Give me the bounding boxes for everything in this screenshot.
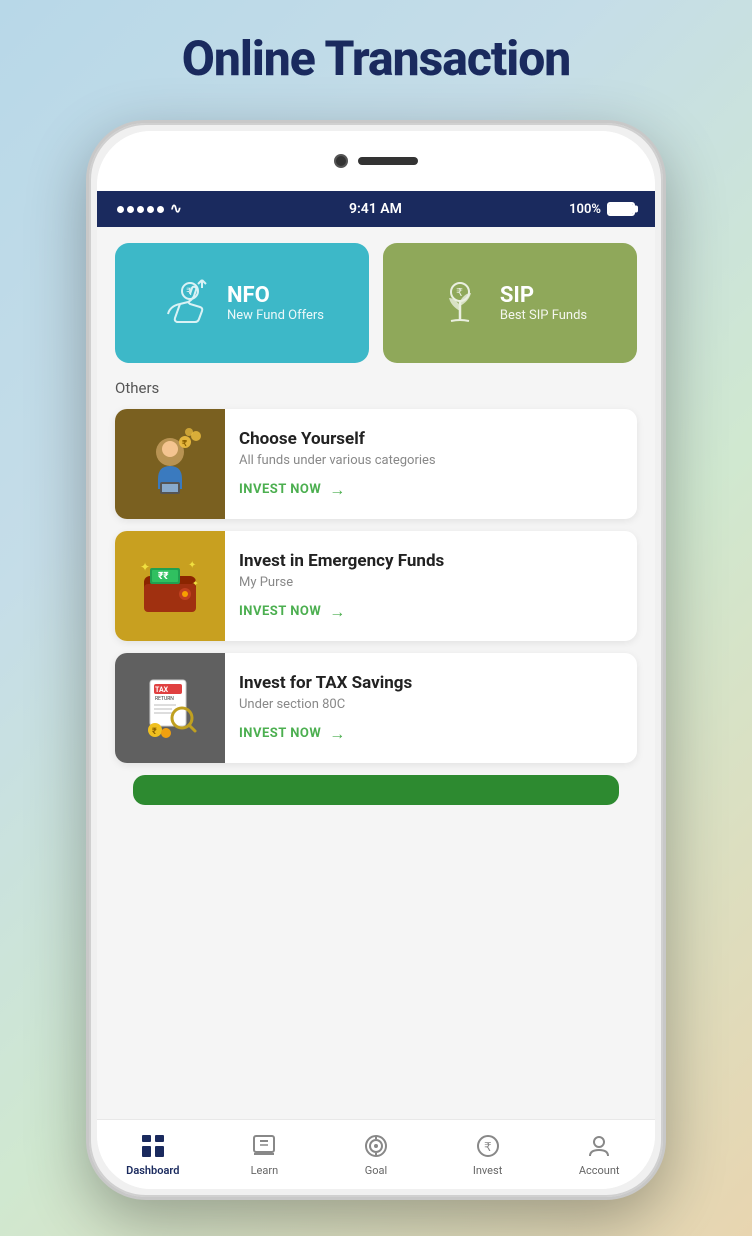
status-time: 9:41 AM <box>349 201 402 217</box>
speaker <box>358 157 418 165</box>
svg-text:✦: ✦ <box>192 579 199 588</box>
svg-text:₹: ₹ <box>484 1140 492 1154</box>
signal-dots <box>117 206 164 213</box>
svg-text:₹: ₹ <box>186 287 192 298</box>
sip-title: SIP <box>500 283 587 308</box>
svg-text:✦: ✦ <box>188 560 196 571</box>
svg-text:✦: ✦ <box>140 560 150 574</box>
list-item-2-subtitle: My Purse <box>239 575 623 590</box>
nfo-text: NFO New Fund Offers <box>227 283 324 323</box>
svg-text:₹: ₹ <box>152 727 157 737</box>
goal-icon <box>362 1132 390 1160</box>
invest-label: Invest <box>473 1164 502 1177</box>
list-item-choose-yourself[interactable]: ₹ Choose Yourself All funds under variou… <box>115 409 637 519</box>
nav-item-account[interactable]: Account <box>543 1132 655 1177</box>
sip-subtitle: Best SIP Funds <box>500 308 587 323</box>
signal-dot-3 <box>137 206 144 213</box>
list-item-2-content: Invest in Emergency Funds My Purse INVES… <box>225 531 637 641</box>
app-content: ₹ NFO New Fund Offers <box>97 227 655 1119</box>
list-item-tax[interactable]: TAX RETURN ₹ <box>115 653 637 763</box>
signal-dot-1 <box>117 206 124 213</box>
others-label: Others <box>115 379 637 397</box>
nav-item-dashboard[interactable]: Dashboard <box>97 1132 209 1177</box>
invest-now-label-3: INVEST NOW <box>239 726 321 741</box>
account-icon <box>585 1132 613 1160</box>
status-bar: ∿ 9:41 AM 100% <box>97 191 655 227</box>
others-section: Others <box>97 379 655 805</box>
invest-icon: ₹ <box>474 1132 502 1160</box>
svg-text:TAX: TAX <box>155 686 169 694</box>
nfo-subtitle: New Fund Offers <box>227 308 324 323</box>
signal-dot-5 <box>157 206 164 213</box>
list-item-3-content: Invest for TAX Savings Under section 80C… <box>225 653 637 763</box>
page-title-area: Online Transaction <box>0 0 752 107</box>
nfo-title: NFO <box>227 283 324 308</box>
goal-label: Goal <box>365 1164 387 1177</box>
dashboard-icon <box>139 1132 167 1160</box>
invest-now-btn-2[interactable]: INVEST NOW → <box>239 602 623 622</box>
list-item-1-subtitle: All funds under various categories <box>239 453 623 468</box>
list-item-emergency[interactable]: ₹₹ ✦ ✦ ✦ Invest in Emergency Funds My Pu… <box>115 531 637 641</box>
nfo-icon: ₹ <box>160 276 215 331</box>
account-label: Account <box>579 1164 620 1177</box>
wifi-icon: ∿ <box>170 201 182 217</box>
list-item-2-title: Invest in Emergency Funds <box>239 551 623 571</box>
list-item-2-image: ₹₹ ✦ ✦ ✦ <box>115 531 225 641</box>
battery-text: 100% <box>569 202 601 217</box>
sip-svg: ₹ <box>433 276 488 331</box>
status-left: ∿ <box>117 201 182 217</box>
list-item-1-title: Choose Yourself <box>239 429 623 449</box>
list-item-3-subtitle: Under section 80C <box>239 697 623 712</box>
battery-fill <box>609 204 633 214</box>
svg-text:₹₹: ₹₹ <box>158 571 169 582</box>
tax-savings-svg: TAX RETURN ₹ <box>130 668 210 748</box>
page-title: Online Transaction <box>0 30 752 87</box>
battery-icon <box>607 202 635 216</box>
sip-text: SIP Best SIP Funds <box>500 283 587 323</box>
status-right: 100% <box>569 202 635 217</box>
signal-dot-4 <box>147 206 154 213</box>
invest-now-label-2: INVEST NOW <box>239 604 321 619</box>
nav-item-goal[interactable]: Goal <box>320 1132 432 1177</box>
list-item-1-content: Choose Yourself All funds under various … <box>225 409 637 519</box>
phone-inner: ∿ 9:41 AM 100% <box>97 131 655 1189</box>
svg-text:RETURN: RETURN <box>155 696 174 702</box>
nfo-card[interactable]: ₹ NFO New Fund Offers <box>115 243 369 363</box>
list-item-3-image: TAX RETURN ₹ <box>115 653 225 763</box>
nfo-svg: ₹ <box>160 276 215 331</box>
fund-cards-row: ₹ NFO New Fund Offers <box>97 227 655 379</box>
arrow-right-2: → <box>329 602 346 622</box>
invest-now-label-1: INVEST NOW <box>239 482 321 497</box>
arrow-right-3: → <box>329 724 346 744</box>
camera-area <box>334 154 418 168</box>
sip-card[interactable]: ₹ SIP Best SIP Funds <box>383 243 637 363</box>
svg-text:₹: ₹ <box>456 287 463 299</box>
front-camera <box>334 154 348 168</box>
learn-icon <box>250 1132 278 1160</box>
invest-now-btn-3[interactable]: INVEST NOW → <box>239 724 623 744</box>
choose-yourself-svg: ₹ <box>130 424 210 504</box>
bottom-nav: Dashboard Learn <box>97 1119 655 1189</box>
invest-now-btn-1[interactable]: INVEST NOW → <box>239 480 623 500</box>
partial-card <box>133 775 619 805</box>
svg-text:₹: ₹ <box>182 439 187 448</box>
nav-item-invest[interactable]: ₹ Invest <box>432 1132 544 1177</box>
signal-dot-2 <box>127 206 134 213</box>
list-item-1-image: ₹ <box>115 409 225 519</box>
learn-label: Learn <box>251 1164 279 1177</box>
dashboard-label: Dashboard <box>126 1164 179 1177</box>
phone-notch <box>97 131 655 191</box>
list-item-3-title: Invest for TAX Savings <box>239 673 623 693</box>
sip-icon: ₹ <box>433 276 488 331</box>
emergency-funds-svg: ₹₹ ✦ ✦ ✦ <box>130 546 210 626</box>
nav-item-learn[interactable]: Learn <box>209 1132 321 1177</box>
phone-frame: ∿ 9:41 AM 100% <box>86 120 666 1200</box>
arrow-right-1: → <box>329 480 346 500</box>
